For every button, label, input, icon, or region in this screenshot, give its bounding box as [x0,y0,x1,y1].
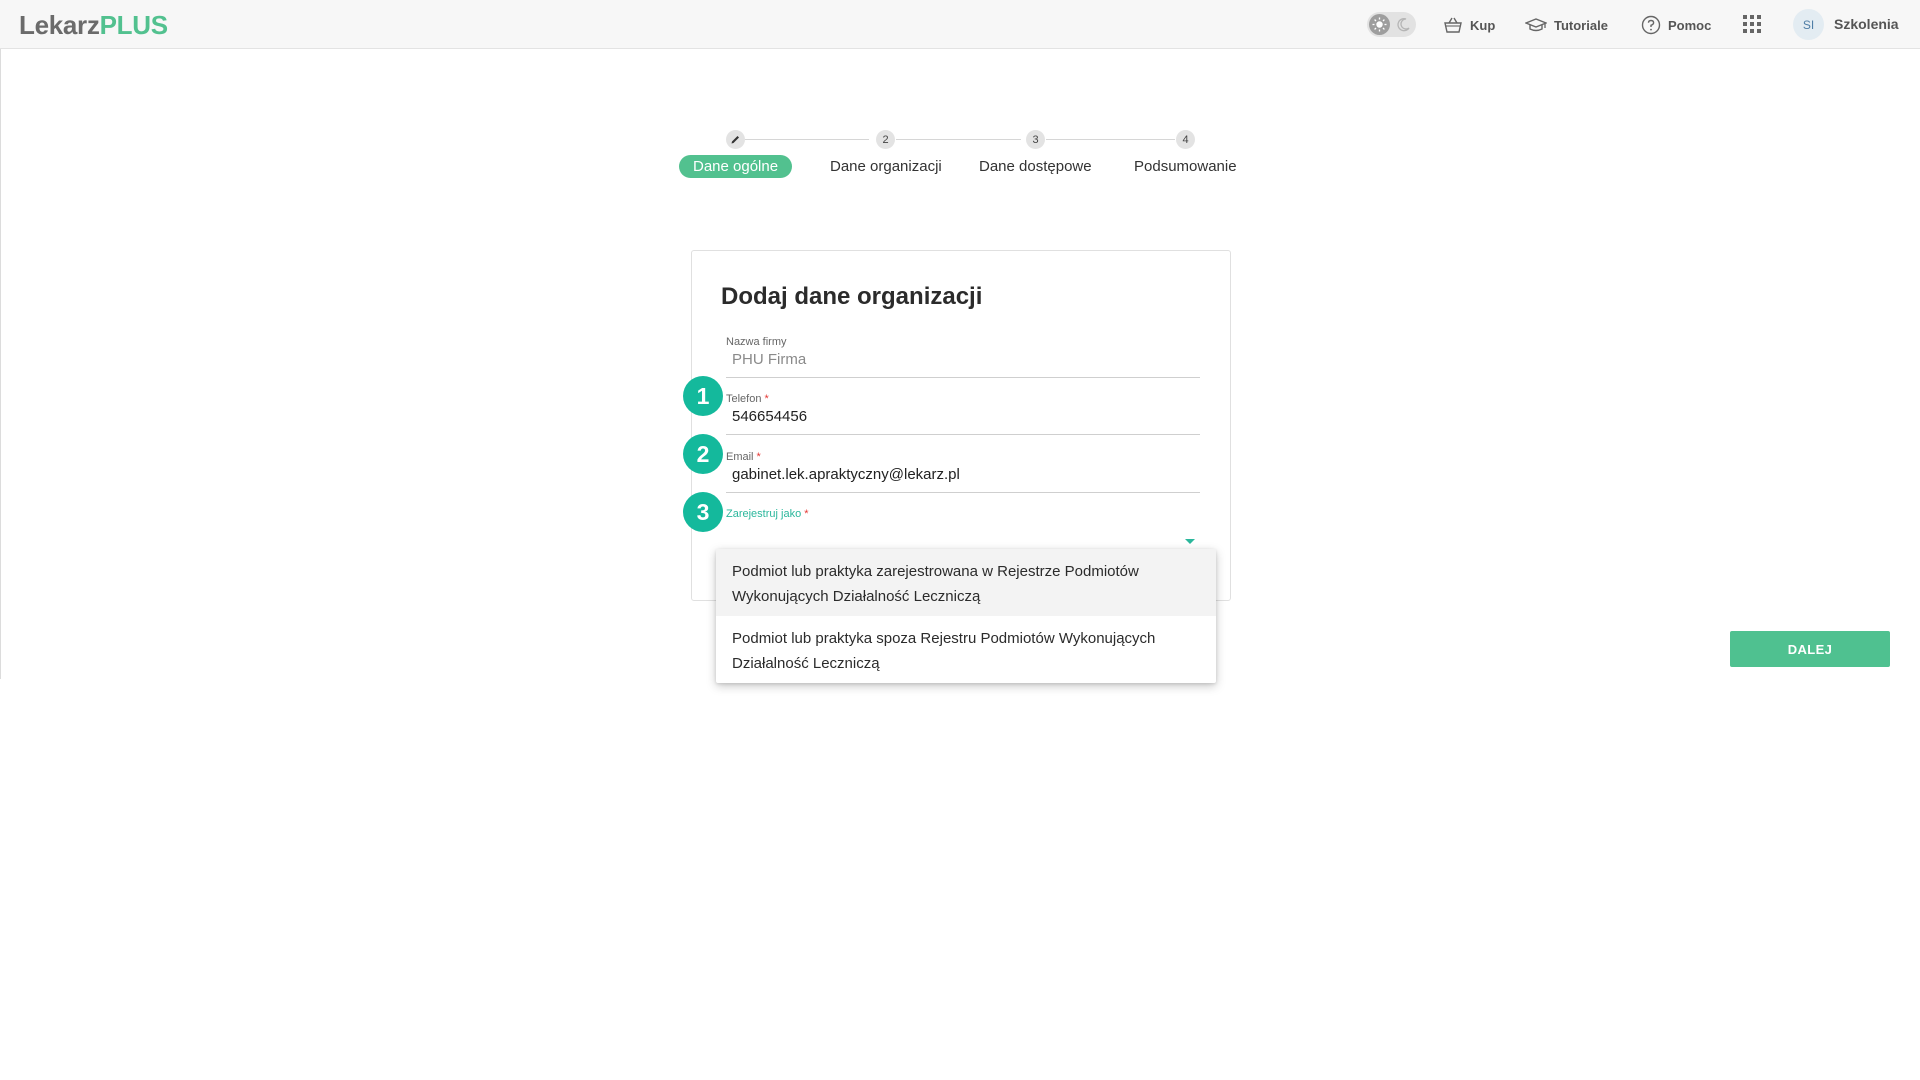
buy-label: Kup [1470,17,1496,33]
phone-field[interactable]: Telefon * 546654456 [726,393,1200,435]
help-icon [1641,15,1661,35]
graduation-cap-icon [1525,18,1547,32]
form-title: Dodaj dane organizacji [721,283,983,310]
pencil-icon [731,136,739,144]
app-logo[interactable]: LekarzPLUS [19,10,168,41]
logo-text-lekarz: Lekarz [19,10,100,40]
register-as-label: Zarejestruj jako * [726,508,1200,520]
basket-icon [1444,17,1462,33]
buy-link[interactable]: Kup [1443,14,1495,36]
step-2-indicator[interactable]: 2 [876,130,895,149]
top-header: LekarzPLUS Kup Tutoriale Pomoc SI Szkole… [0,0,1920,49]
step-connector [1046,139,1175,140]
email-label-text: Email [726,451,754,463]
required-mark: * [804,508,809,520]
step-4-label[interactable]: Podsumowanie [1134,158,1237,175]
step-3-label[interactable]: Dane dostępowe [979,158,1092,175]
moon-icon [1396,17,1411,37]
user-name[interactable]: Szkolenia [1834,16,1899,32]
email-label: Email * [726,451,1200,463]
required-mark: * [764,393,769,405]
help-link[interactable]: Pomoc [1641,14,1711,36]
theme-toggle[interactable] [1367,12,1416,37]
sun-icon [1369,14,1390,35]
dropdown-arrow-icon[interactable] [1185,539,1195,544]
register-as-dropdown-menu: Podmiot lub praktyka zarejestrowana w Re… [716,549,1216,683]
apps-grid-icon[interactable] [1743,15,1761,33]
step-1-label[interactable]: Dane ogólne [679,155,793,178]
company-name-value: PHU Firma [732,351,807,368]
annotation-badge-2: 2 [683,434,723,474]
register-as-select[interactable]: Zarejestruj jako * [726,508,1200,550]
phone-label: Telefon * [726,393,1200,405]
tutorials-label: Tutoriale [1554,17,1608,33]
step-connector [745,139,869,140]
dropdown-option-unregistered[interactable]: Podmiot lub praktyka spoza Rejestru Podm… [716,616,1216,683]
phone-input[interactable]: 546654456 [726,408,1200,428]
step-4-indicator[interactable]: 4 [1176,130,1195,149]
tutorials-link[interactable]: Tutoriale [1525,14,1608,36]
register-as-label-text: Zarejestruj jako [726,508,802,520]
user-avatar[interactable]: SI [1793,9,1824,40]
company-name-label: Nazwa firmy [726,336,787,348]
annotation-badge-3: 3 [683,492,723,532]
logo-text-plus: PLUS [99,10,168,40]
step-2-label[interactable]: Dane organizacji [830,158,942,175]
step-connector [896,139,1021,140]
email-field[interactable]: Email * gabinet.lek.apraktyczny@lekarz.pl [726,451,1200,493]
email-input[interactable]: gabinet.lek.apraktyczny@lekarz.pl [726,466,1200,486]
company-name-field[interactable]: Nazwa firmy PHU Firma [726,336,1200,378]
step-3-indicator[interactable]: 3 [1026,130,1045,149]
phone-label-text: Telefon [726,393,762,405]
next-button[interactable]: DALEJ [1730,631,1890,667]
required-mark: * [756,451,761,463]
help-label: Pomoc [1668,17,1712,33]
annotation-badge-1: 1 [683,376,723,416]
left-divider [0,49,1,679]
step-1-indicator[interactable] [726,130,745,149]
dropdown-option-registered[interactable]: Podmiot lub praktyka zarejestrowana w Re… [716,549,1216,616]
